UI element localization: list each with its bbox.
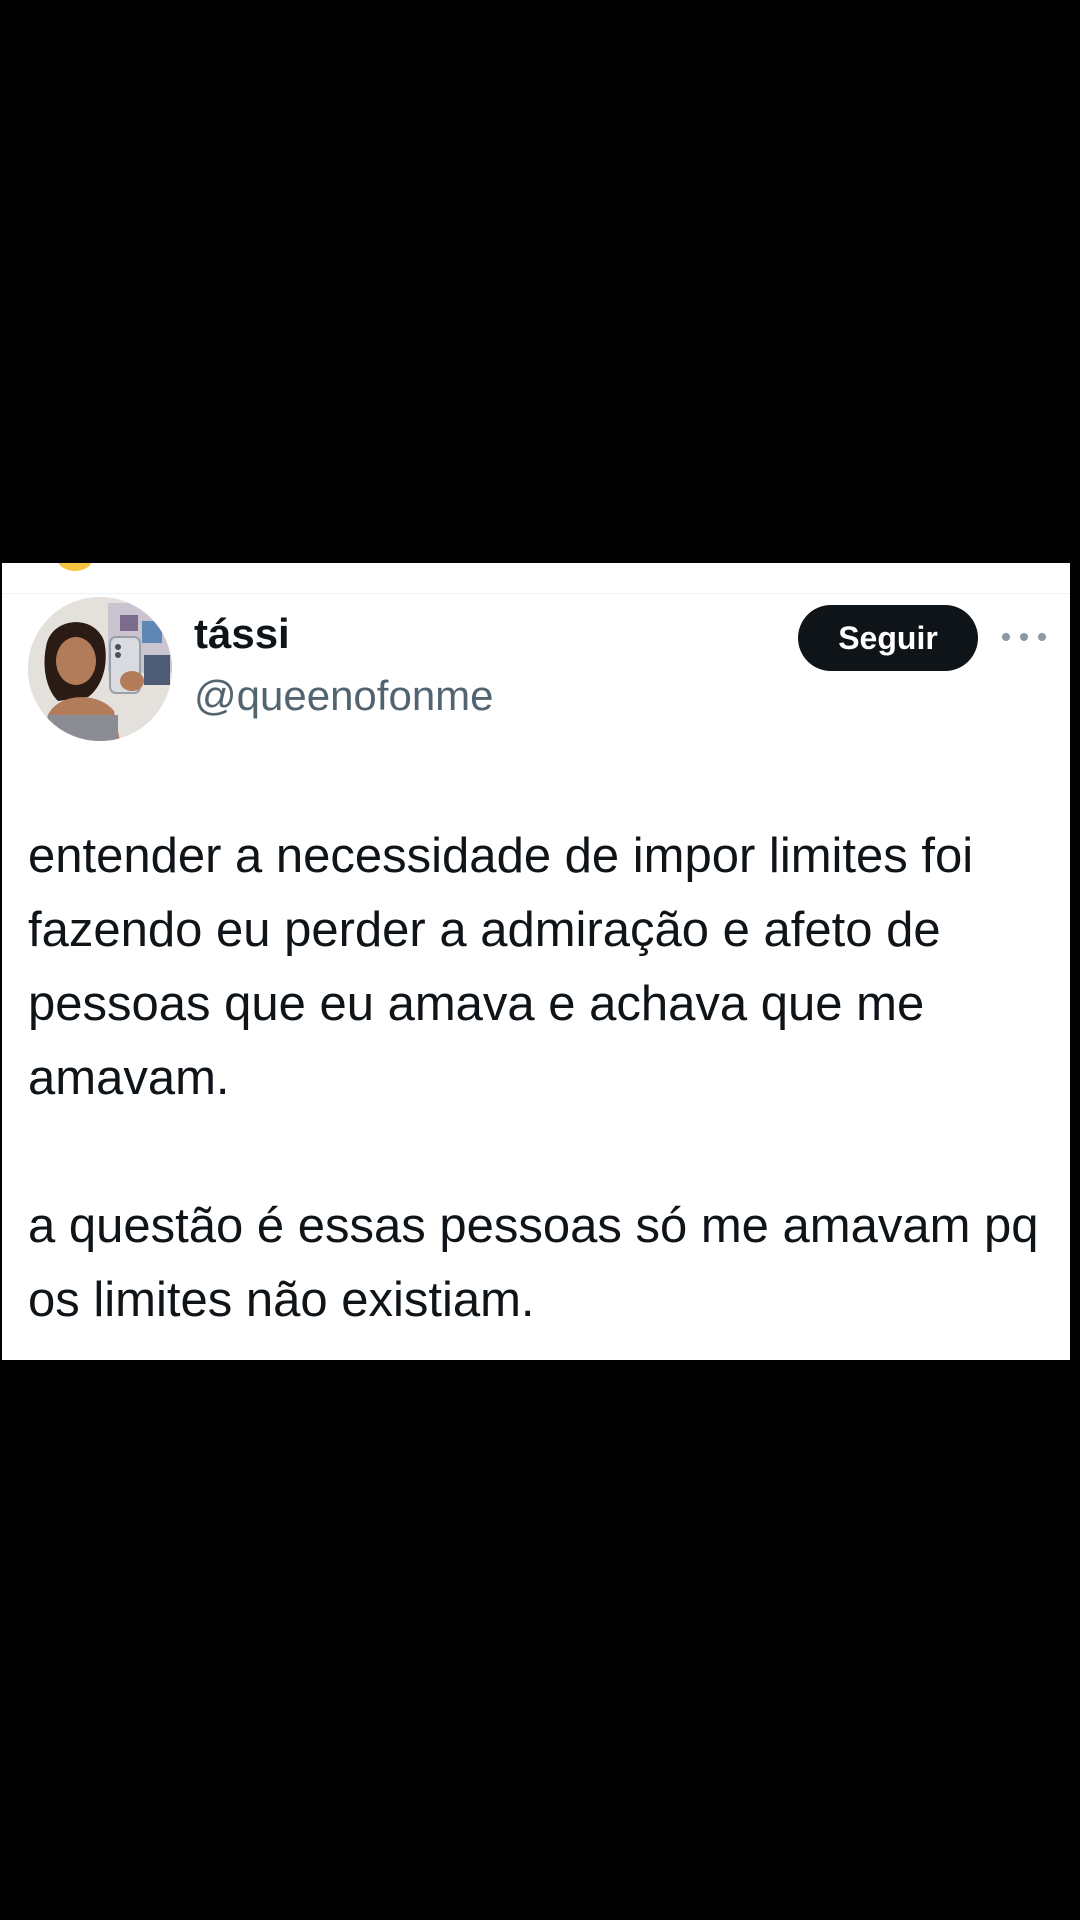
screen: tássi @queenofonme Seguir entender a nec…	[0, 0, 1080, 1920]
follow-button[interactable]: Seguir	[798, 605, 978, 671]
tweet-text: entender a necessidade de impor limites …	[28, 819, 1058, 1337]
avatar[interactable]	[28, 597, 172, 741]
tweet-paragraph: entender a necessidade de impor limites …	[28, 829, 974, 1105]
dot	[1002, 633, 1010, 641]
display-name[interactable]: tássi	[194, 609, 290, 659]
cropped-emoji-icon	[58, 563, 92, 571]
tweet-card: tássi @queenofonme Seguir entender a nec…	[2, 563, 1070, 1360]
dot	[1020, 633, 1028, 641]
tweet-paragraph: a questão é essas pessoas só me amavam p…	[28, 1199, 1039, 1327]
divider	[2, 593, 1070, 594]
more-options-icon[interactable]	[1002, 619, 1046, 655]
dot	[1038, 633, 1046, 641]
avatar-photo	[28, 597, 172, 741]
username-handle[interactable]: @queenofonme	[194, 671, 494, 721]
